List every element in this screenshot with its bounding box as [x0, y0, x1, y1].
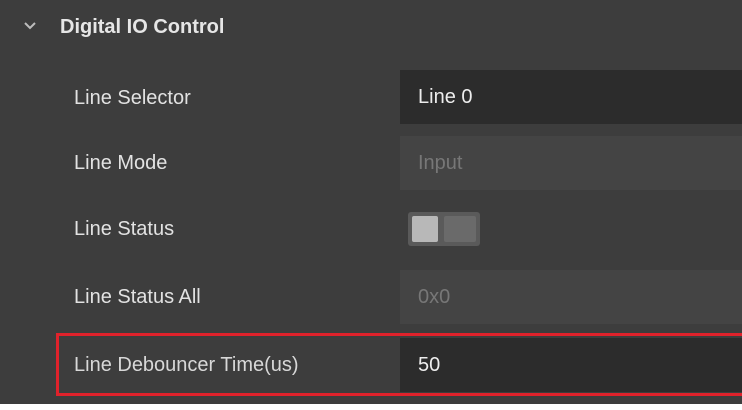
line-selector-field[interactable]: Line 0 — [400, 70, 742, 124]
toggle-knob — [412, 216, 438, 242]
section-header-digital-io[interactable]: Digital IO Control — [0, 0, 742, 56]
line-debouncer-time-field[interactable]: 50 — [400, 338, 742, 392]
section-title: Digital IO Control — [60, 16, 225, 38]
line-debouncer-time-label: Line Debouncer Time(us) — [74, 354, 299, 376]
chevron-down-icon[interactable] — [20, 16, 40, 36]
line-selector-value: Line 0 — [418, 86, 473, 108]
line-status-toggle[interactable] — [408, 212, 480, 246]
toggle-track — [444, 216, 476, 242]
line-mode-value: Input — [418, 152, 463, 174]
line-mode-field: Input — [400, 136, 742, 190]
line-status-label: Line Status — [74, 218, 175, 240]
line-mode-label: Line Mode — [74, 152, 168, 174]
property-panel: Digital IO Control Line Selector Line 0 … — [0, 0, 742, 404]
line-debouncer-time-value: 50 — [418, 354, 441, 376]
line-status-all-value: 0x0 — [418, 286, 451, 308]
line-status-all-label: Line Status All — [74, 286, 201, 308]
line-selector-label: Line Selector — [74, 87, 191, 109]
line-status-all-field: 0x0 — [400, 270, 742, 324]
